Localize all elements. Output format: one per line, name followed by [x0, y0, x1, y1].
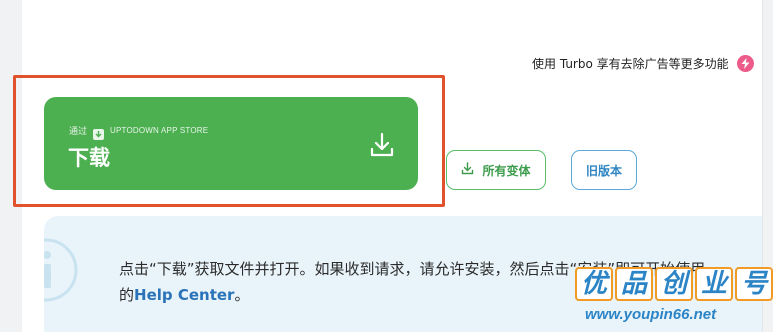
watermark-char: 创 — [655, 267, 694, 301]
info-line2-suffix: 。 — [234, 286, 250, 304]
lightning-icon — [736, 54, 754, 72]
watermark-char: 品 — [615, 267, 654, 301]
store-label: UPTODOWN APP STORE — [110, 126, 209, 135]
watermark-char: 号 — [735, 267, 773, 301]
download-icon — [461, 162, 474, 178]
info-text-line2: 的Help Center。 — [119, 284, 249, 305]
info-line2-prefix: 的 — [119, 286, 135, 304]
all-variants-label: 所有变体 — [482, 163, 531, 178]
download-icon — [368, 131, 396, 159]
via-store-row: 通过 UPTODOWN APP STORE — [69, 124, 209, 140]
watermark-title: 优 品 创 业 号 — [575, 266, 773, 302]
all-variants-button[interactable]: 所有变体 — [446, 150, 546, 190]
download-button[interactable]: 通过 UPTODOWN APP STORE 下载 — [44, 97, 418, 190]
turbo-promo-text: 使用 Turbo 享有去除广告等更多功能 — [532, 56, 729, 71]
turbo-promo[interactable]: 使用 Turbo 享有去除广告等更多功能 — [532, 53, 754, 73]
help-center-link[interactable]: Help Center — [134, 286, 234, 304]
download-label: 下载 — [68, 146, 110, 170]
old-versions-button[interactable]: 旧版本 — [571, 150, 637, 190]
info-icon — [14, 238, 80, 302]
watermark: 优 品 创 业 号 www.youpin66.net — [575, 266, 773, 330]
old-versions-label: 旧版本 — [585, 163, 622, 178]
via-label: 通过 — [69, 127, 88, 137]
watermark-char: 业 — [695, 267, 734, 301]
store-download-icon — [93, 125, 105, 140]
watermark-char: 优 — [575, 267, 614, 301]
watermark-url: www.youpin66.net — [585, 306, 717, 323]
